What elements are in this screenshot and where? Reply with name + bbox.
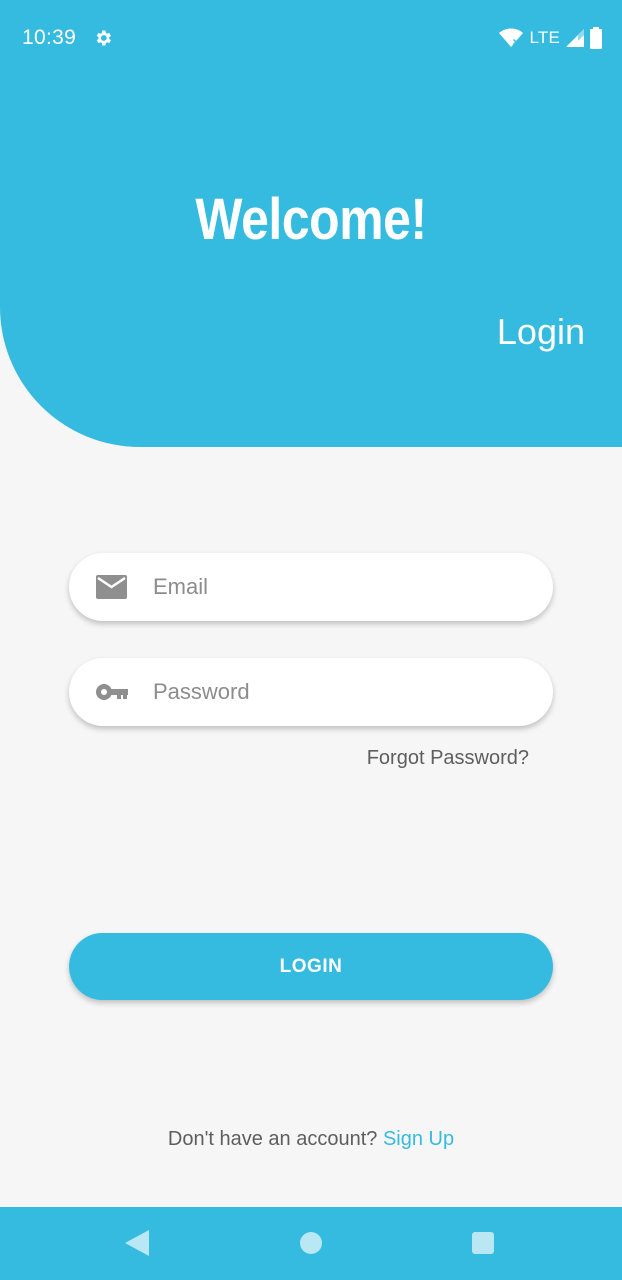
battery-icon [590,27,602,49]
status-right-group: LTE [499,26,602,50]
status-time: 10:39 [22,26,77,49]
email-input[interactable] [153,553,533,621]
login-button[interactable]: LOGIN [69,933,553,1000]
email-icon [96,575,127,599]
password-field[interactable] [69,658,553,726]
recents-icon[interactable] [472,1232,494,1254]
status-bar: 10:39 LTE [0,0,622,76]
navigation-bar [0,1207,622,1280]
wifi-icon [499,28,524,47]
welcome-heading: Welcome! [195,187,427,252]
signup-link[interactable]: Sign Up [383,1128,454,1150]
login-title: Login [496,311,585,352]
header-panel: 10:39 LTE Welcome! Login [0,0,622,447]
signup-row: Don't have an account? Sign Up [0,1128,622,1151]
forgot-password-link[interactable]: Forgot Password? [367,747,529,770]
home-icon[interactable] [300,1232,322,1254]
login-screen: 10:39 LTE Welcome! Login Email Forgot Pa… [0,0,622,1280]
signup-prompt: Don't have an account? [167,1128,378,1150]
key-icon [96,684,128,700]
back-icon[interactable] [125,1230,149,1256]
signal-icon [566,29,584,47]
password-input[interactable] [153,658,533,726]
network-type: LTE [529,28,560,47]
email-field[interactable] [69,553,553,621]
settings-gear-icon [96,30,111,46]
